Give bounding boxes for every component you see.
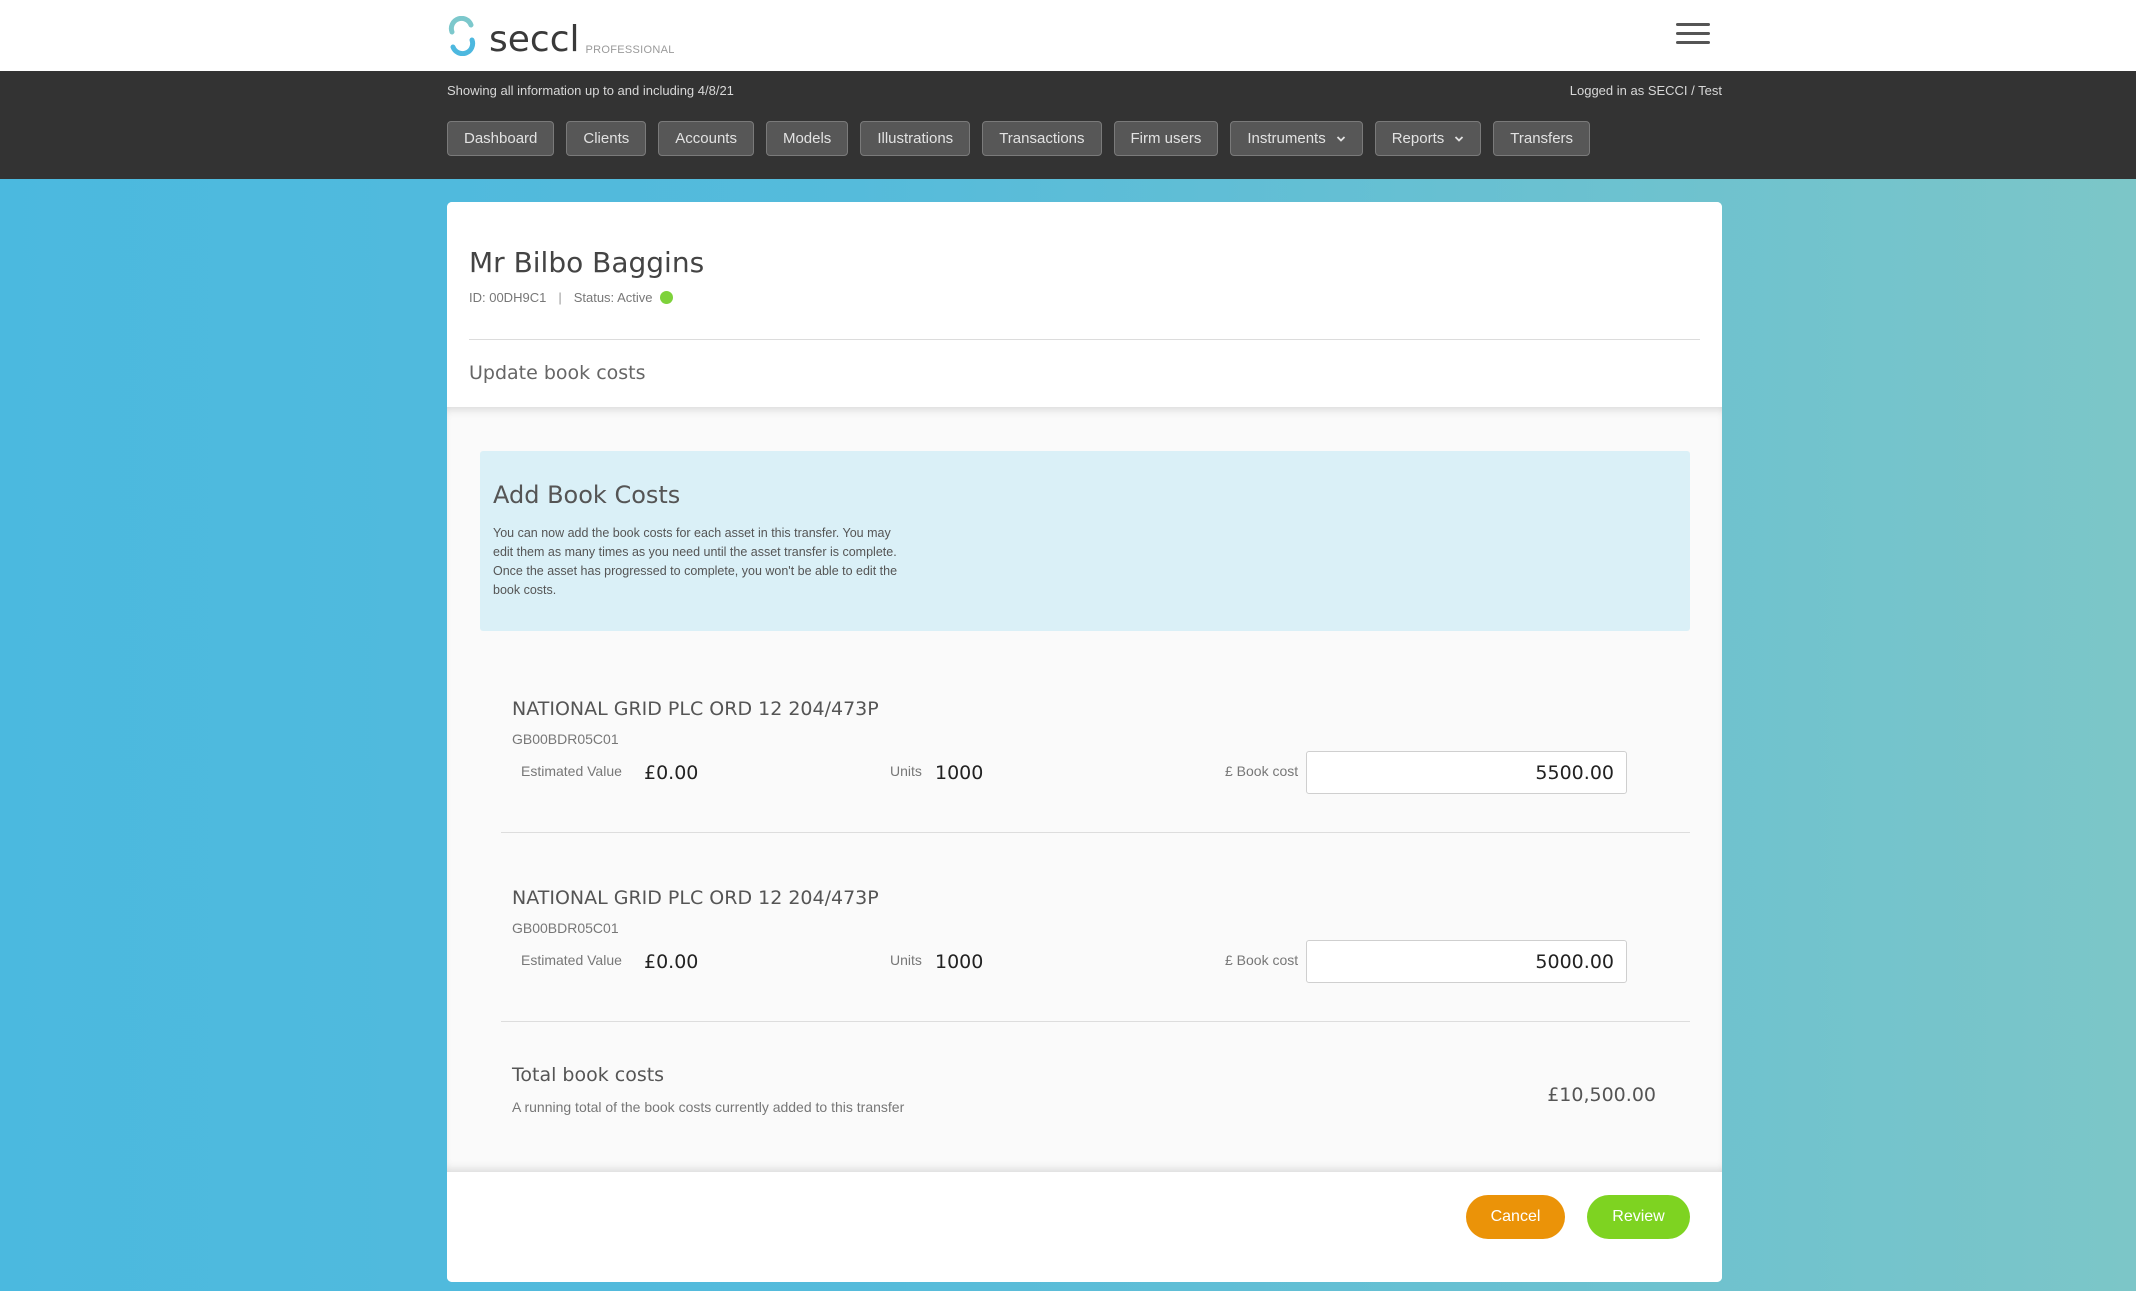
page-subtitle: Update book costs [469,362,646,384]
asset-divider [501,832,1690,833]
total-book-costs-title: Total book costs [512,1064,665,1086]
nav-illustrations[interactable]: Illustrations [860,121,971,156]
nav-reports-dropdown[interactable]: Reports [1374,121,1482,156]
book-cost-input[interactable] [1306,751,1627,794]
info-panel: Add Book Costs You can now add the book … [480,451,1690,631]
estimated-value-label: Estimated Value [521,952,622,968]
nav-models[interactable]: Models [765,121,849,156]
nav-clients[interactable]: Clients [566,121,647,156]
logo-wordmark: seccl [489,19,580,60]
logged-in-info: Logged in as SECCI / Test [1569,83,1722,98]
nav-transactions[interactable]: Transactions [982,121,1102,156]
nav-label: Firm users [1130,130,1202,147]
logo-subtext: PROFESSIONAL [585,44,675,56]
book-cost-label: £ Book cost [1225,763,1299,779]
asset-row: NATIONAL GRID PLC ORD 12 204/473P GB00BD… [501,698,1690,888]
units-label: Units [890,763,922,779]
card-footer: Cancel Review [447,1172,1722,1282]
asset-isin: GB00BDR05C01 [512,731,619,747]
nav-dashboard[interactable]: Dashboard [447,121,555,156]
info-panel-text: You can now add the book costs for each … [493,526,898,597]
nav-accounts[interactable]: Accounts [658,121,754,156]
review-button[interactable]: Review [1587,1195,1690,1239]
estimated-value-label: Estimated Value [521,763,622,779]
client-name: Mr Bilbo Baggins [469,246,705,279]
units-value: 1000 [935,762,984,784]
nav-firm-users[interactable]: Firm users [1113,121,1219,156]
asset-divider [501,1021,1690,1022]
asset-isin: GB00BDR05C01 [512,920,619,936]
nav-label: Clients [583,130,630,147]
client-status: Status: Active [573,290,653,305]
estimated-value: £0.00 [644,951,699,973]
navigation-bar: Showing all information up to and includ… [0,71,2136,179]
hamburger-menu-icon[interactable] [1676,23,1710,45]
client-header: Mr Bilbo Baggins ID: 00DH9C1 | Status: A… [447,202,1722,407]
nav-label: Instruments [1247,130,1326,147]
total-book-costs-subtitle: A running total of the book costs curren… [512,1099,905,1115]
seccl-logo-icon [448,16,476,56]
client-id: ID: 00DH9C1 [469,290,547,305]
nav-label: Reports [1391,130,1445,147]
asset-row: NATIONAL GRID PLC ORD 12 204/473P GB00BD… [501,887,1690,1077]
nav-label: Transactions [999,130,1085,147]
chevron-down-icon [1336,135,1345,142]
asset-name: NATIONAL GRID PLC ORD 12 204/473P [512,698,879,720]
seccl-logo[interactable]: seccl PROFESSIONAL [447,14,675,58]
book-cost-label: £ Book cost [1225,952,1299,968]
status-active-icon [660,291,674,304]
chevron-down-icon [1455,135,1464,142]
units-label: Units [890,952,922,968]
nav-label: Transfers [1510,130,1574,147]
meta-separator: | [558,290,562,305]
book-costs-body: Add Book Costs You can now add the book … [447,407,1722,1172]
nav-label: Accounts [675,130,737,147]
asset-name: NATIONAL GRID PLC ORD 12 204/473P [512,887,879,909]
date-info: Showing all information up to and includ… [447,83,734,98]
info-panel-title: Add Book Costs [493,481,681,509]
cancel-button[interactable]: Cancel [1466,1195,1565,1239]
nav-transfers[interactable]: Transfers [1493,121,1591,156]
top-header: seccl PROFESSIONAL [0,0,2136,71]
units-value: 1000 [935,951,984,973]
header-divider [469,339,1700,340]
nav-label: Models [782,130,832,147]
book-cost-input[interactable] [1306,940,1627,983]
book-costs-card: Mr Bilbo Baggins ID: 00DH9C1 | Status: A… [447,202,1722,1282]
estimated-value: £0.00 [644,762,699,784]
nav-label: Illustrations [877,130,954,147]
main-nav: Dashboard Clients Accounts Models Illust… [447,121,1591,156]
nav-label: Dashboard [464,130,538,147]
client-meta: ID: 00DH9C1 | Status: Active [469,290,674,305]
total-book-costs-amount: £10,500.00 [1547,1084,1656,1106]
nav-instruments-dropdown[interactable]: Instruments [1230,121,1363,156]
